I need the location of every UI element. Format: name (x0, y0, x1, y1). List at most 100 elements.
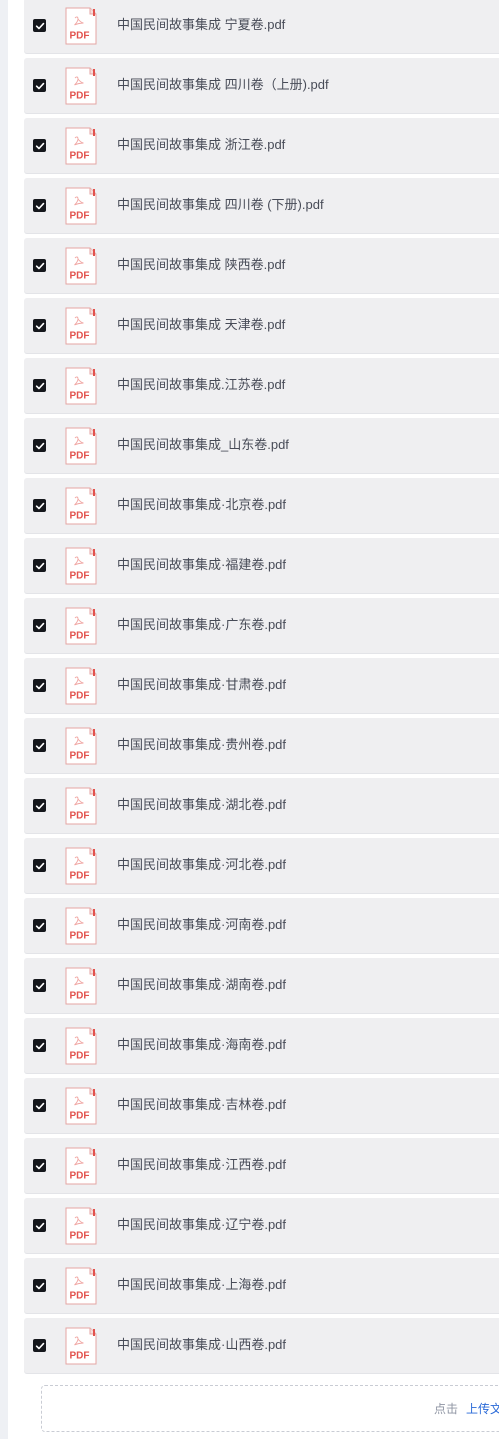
file-list-item[interactable]: PDF 中国民间故事集成·甘肃卷.pdf (24, 658, 499, 713)
svg-text:PDF: PDF (70, 31, 90, 42)
svg-text:PDF: PDF (70, 811, 90, 822)
file-checkbox[interactable] (33, 679, 46, 692)
file-checkbox[interactable] (33, 1159, 46, 1172)
file-name: 中国民间故事集成 四川卷 (下册).pdf (117, 197, 324, 212)
checkmark-icon (35, 622, 44, 629)
file-list-item[interactable]: PDF 中国民间故事集成 四川卷 (下册).pdf (24, 178, 499, 233)
file-list-item[interactable]: PDF 中国民间故事集成·贵州卷.pdf (24, 718, 499, 773)
file-name: 中国民间故事集成.江苏卷.pdf (117, 377, 286, 392)
pdf-file-icon: PDF (65, 967, 97, 1005)
pdf-file-icon: PDF (65, 1147, 97, 1185)
file-checkbox[interactable] (33, 139, 46, 152)
file-checkbox[interactable] (33, 199, 46, 212)
file-checkbox[interactable] (33, 619, 46, 632)
file-checkbox[interactable] (33, 499, 46, 512)
upload-drop-zone[interactable]: 点击 上传文件 (41, 1385, 499, 1432)
pdf-file-icon: PDF (65, 907, 97, 945)
file-checkbox[interactable] (33, 559, 46, 572)
file-list-item[interactable]: PDF 中国民间故事集成·湖北卷.pdf (24, 778, 499, 833)
file-list-item[interactable]: PDF 中国民间故事集成·吉林卷.pdf (24, 1078, 499, 1133)
file-checkbox[interactable] (33, 259, 46, 272)
checkmark-icon (35, 202, 44, 209)
file-checkbox[interactable] (33, 1039, 46, 1052)
file-list-item[interactable]: PDF 中国民间故事集成·北京卷.pdf (24, 478, 499, 533)
file-checkbox[interactable] (33, 439, 46, 452)
file-list-item[interactable]: PDF 中国民间故事集成·河北卷.pdf (24, 838, 499, 893)
file-list-item[interactable]: PDF 中国民间故事集成·广东卷.pdf (24, 598, 499, 653)
checkmark-icon (35, 442, 44, 449)
file-checkbox[interactable] (33, 1219, 46, 1232)
file-checkbox[interactable] (33, 1099, 46, 1112)
svg-text:PDF: PDF (70, 751, 90, 762)
file-list-item[interactable]: PDF 中国民间故事集成·江西卷.pdf (24, 1138, 499, 1193)
file-checkbox[interactable] (33, 1339, 46, 1352)
checkmark-icon (35, 502, 44, 509)
file-list-item[interactable]: PDF 中国民间故事集成·海南卷.pdf (24, 1018, 499, 1073)
svg-text:PDF: PDF (70, 631, 90, 642)
upload-hint-text: 点击 (434, 1402, 459, 1416)
file-list-item[interactable]: PDF 中国民间故事集成 宁夏卷.pdf (24, 0, 499, 53)
checkmark-icon (35, 262, 44, 269)
svg-text:PDF: PDF (70, 451, 90, 462)
file-list-item[interactable]: PDF 中国民间故事集成·山西卷.pdf (24, 1318, 499, 1373)
svg-text:PDF: PDF (70, 991, 90, 1002)
file-list-item[interactable]: PDF 中国民间故事集成 天津卷.pdf (24, 298, 499, 353)
file-list-item[interactable]: PDF 中国民间故事集成·福建卷.pdf (24, 538, 499, 593)
svg-text:PDF: PDF (70, 871, 90, 882)
checkmark-icon (35, 382, 44, 389)
upload-file-link[interactable]: 上传文件 (466, 1401, 499, 1417)
svg-text:PDF: PDF (70, 1171, 90, 1182)
pdf-file-icon: PDF (65, 547, 97, 585)
pdf-file-icon: PDF (65, 847, 97, 885)
file-list-item[interactable]: PDF 中国民间故事集成_山东卷.pdf (24, 418, 499, 473)
svg-text:PDF: PDF (70, 211, 90, 222)
file-checkbox[interactable] (33, 319, 46, 332)
svg-text:PDF: PDF (70, 331, 90, 342)
svg-text:PDF: PDF (70, 151, 90, 162)
pdf-file-icon: PDF (65, 1327, 97, 1365)
file-name: 中国民间故事集成·吉林卷.pdf (117, 1097, 287, 1112)
pdf-file-icon: PDF (65, 247, 97, 285)
file-checkbox[interactable] (33, 799, 46, 812)
file-name: 中国民间故事集成·江西卷.pdf (117, 1157, 287, 1172)
file-checkbox[interactable] (33, 79, 46, 92)
file-checkbox[interactable] (33, 859, 46, 872)
checkmark-icon (35, 1282, 44, 1289)
pdf-file-icon: PDF (65, 127, 97, 165)
pdf-file-icon: PDF (65, 787, 97, 825)
file-name: 中国民间故事集成·北京卷.pdf (117, 497, 287, 512)
svg-text:PDF: PDF (70, 1231, 90, 1242)
file-checkbox[interactable] (33, 1279, 46, 1292)
checkmark-icon (35, 1342, 44, 1349)
svg-text:PDF: PDF (70, 571, 90, 582)
checkmark-icon (35, 562, 44, 569)
file-list-item[interactable]: PDF 中国民间故事集成·上海卷.pdf (24, 1258, 499, 1313)
svg-text:PDF: PDF (70, 271, 90, 282)
pdf-file-icon: PDF (65, 1027, 97, 1065)
file-checkbox[interactable] (33, 979, 46, 992)
pdf-file-icon: PDF (65, 307, 97, 345)
file-list-item[interactable]: PDF 中国民间故事集成·河南卷.pdf (24, 898, 499, 953)
file-checkbox[interactable] (33, 919, 46, 932)
checkmark-icon (35, 982, 44, 989)
file-list-item[interactable]: PDF 中国民间故事集成 陕西卷.pdf (24, 238, 499, 293)
file-checkbox[interactable] (33, 379, 46, 392)
checkmark-icon (35, 742, 44, 749)
file-list-item[interactable]: PDF 中国民间故事集成·辽宁卷.pdf (24, 1198, 499, 1253)
file-name: 中国民间故事集成 浙江卷.pdf (117, 137, 286, 152)
file-name: 中国民间故事集成·湖北卷.pdf (117, 797, 287, 812)
checkmark-icon (35, 1162, 44, 1169)
checkmark-icon (35, 862, 44, 869)
file-name: 中国民间故事集成·甘肃卷.pdf (117, 677, 287, 692)
checkmark-icon (35, 1042, 44, 1049)
svg-text:PDF: PDF (70, 91, 90, 102)
pdf-file-icon: PDF (65, 1207, 97, 1245)
file-list-item[interactable]: PDF 中国民间故事集成·湖南卷.pdf (24, 958, 499, 1013)
file-checkbox[interactable] (33, 739, 46, 752)
file-list-item[interactable]: PDF 中国民间故事集成 浙江卷.pdf (24, 118, 499, 173)
file-list-item[interactable]: PDF 中国民间故事集成.江苏卷.pdf (24, 358, 499, 413)
file-name: 中国民间故事集成·福建卷.pdf (117, 557, 287, 572)
file-name: 中国民间故事集成 四川卷（上册).pdf (117, 77, 329, 92)
file-list-item[interactable]: PDF 中国民间故事集成 四川卷（上册).pdf (24, 58, 499, 113)
file-checkbox[interactable] (33, 19, 46, 32)
